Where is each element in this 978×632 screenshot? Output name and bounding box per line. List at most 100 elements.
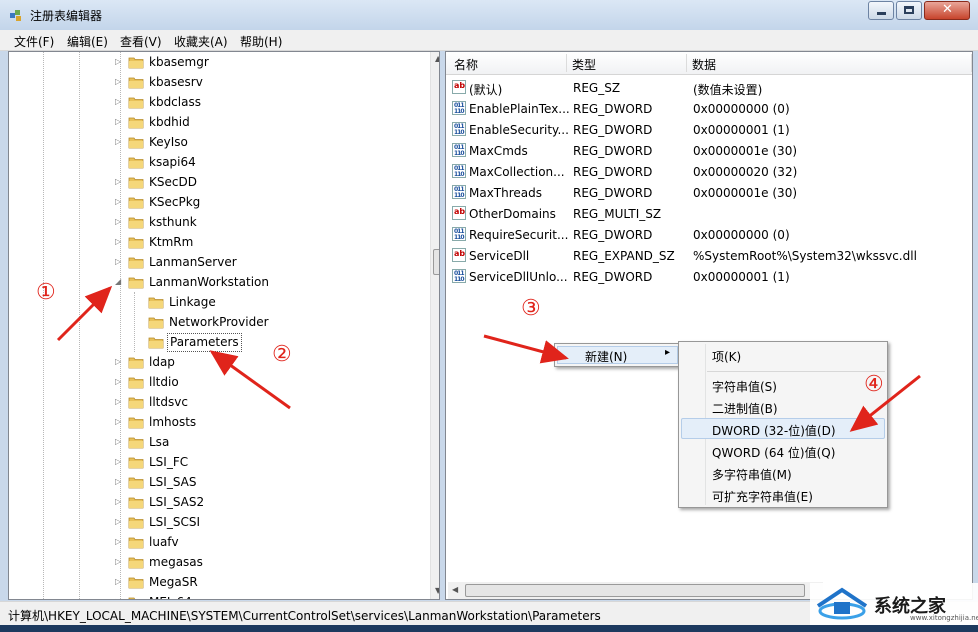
- tree-item[interactable]: ▷ luafv: [9, 532, 429, 552]
- status-path: 计算机\HKEY_LOCAL_MACHINE\SYSTEM\CurrentCon…: [8, 609, 601, 623]
- close-button[interactable]: ✕: [924, 1, 970, 20]
- value-data: (数值未设置): [693, 83, 763, 97]
- collapsed-arrow-icon[interactable]: ▷: [115, 552, 125, 572]
- value-row[interactable]: ab OtherDomains REG_MULTI_SZ: [446, 204, 972, 224]
- collapsed-arrow-icon[interactable]: ▷: [115, 452, 125, 472]
- values-horizontal-scrollbar[interactable]: ◀: [448, 582, 823, 599]
- collapsed-arrow-icon[interactable]: ▷: [115, 512, 125, 532]
- tree-item[interactable]: ▷ MEI_64: [9, 592, 429, 599]
- column-divider[interactable]: [971, 54, 972, 72]
- tree-item[interactable]: ▷ KeyIso: [9, 132, 429, 152]
- expanded-arrow-icon[interactable]: ◢: [115, 272, 125, 292]
- tree-scroll-thumb[interactable]: [433, 249, 439, 275]
- tree-item[interactable]: ▷ lltdio: [9, 372, 429, 392]
- maximize-button[interactable]: [896, 1, 922, 20]
- collapsed-arrow-icon[interactable]: ▷: [115, 412, 125, 432]
- value-row[interactable]: 011 110 EnablePlainTex... REG_DWORD 0x000000…: [446, 99, 972, 119]
- tree-item[interactable]: ▷ lltdsvc: [9, 392, 429, 412]
- tree-item[interactable]: ▷ ksthunk: [9, 212, 429, 232]
- scroll-up-icon[interactable]: ▲: [435, 54, 439, 63]
- menu-help[interactable]: 帮助(H): [240, 33, 282, 50]
- value-row[interactable]: 011 110 MaxCollection... REG_DWORD 0x0000002…: [446, 162, 972, 182]
- registry-key-tree[interactable]: ▷ kbasemgr ▷ kbasesrv ▷ kbdclass ▷ kbdhid ▷ KeyIs…: [8, 51, 440, 600]
- tree-item[interactable]: ▷ kbdclass: [9, 92, 429, 112]
- column-header-data[interactable]: 数据: [692, 56, 716, 73]
- maximize-icon: [904, 6, 914, 14]
- new-submenu: 项(K) 字符串值(S) 二进制值(B) DWORD (32-位)值(D) QW…: [678, 341, 888, 508]
- collapsed-arrow-icon[interactable]: ▷: [115, 232, 125, 252]
- submenu-item-multi-string-value[interactable]: 多字符串值(M): [712, 466, 792, 483]
- tree-item[interactable]: ▷ LSI_SAS: [9, 472, 429, 492]
- collapsed-arrow-icon[interactable]: ▷: [115, 352, 125, 372]
- value-row[interactable]: 011 110 RequireSecurit... REG_DWORD 0x000000…: [446, 225, 972, 245]
- tree-item[interactable]: ▷ LSI_FC: [9, 452, 429, 472]
- value-row[interactable]: ab ServiceDll REG_EXPAND_SZ %SystemRoot%\Sy…: [446, 246, 972, 266]
- collapsed-arrow-icon[interactable]: ▷: [115, 592, 125, 599]
- title-bar[interactable]: 注册表编辑器 ✕: [0, 0, 978, 30]
- tree-vertical-scrollbar[interactable]: ▲ ▼: [430, 52, 439, 599]
- tree-item[interactable]: ▷ MegaSR: [9, 572, 429, 592]
- tree-item[interactable]: ▷ KSecPkg: [9, 192, 429, 212]
- value-row[interactable]: 011 110 ServiceDllUnlo... REG_DWORD 0x000000…: [446, 267, 972, 287]
- tree-item[interactable]: ▷ megasas: [9, 552, 429, 572]
- value-row[interactable]: 011 110 MaxCmds REG_DWORD 0x0000001e (30): [446, 141, 972, 161]
- submenu-item-expandable-string-value[interactable]: 可扩充字符串值(E): [712, 488, 813, 505]
- scroll-left-icon[interactable]: ◀: [452, 585, 458, 594]
- values-scroll-thumb[interactable]: [465, 584, 805, 597]
- menu-view[interactable]: 查看(V): [120, 33, 162, 50]
- tree-item[interactable]: ▷ LSI_SAS2: [9, 492, 429, 512]
- tree-item[interactable]: ksapi64: [9, 152, 429, 172]
- tree-item[interactable]: ▷ Lsa: [9, 432, 429, 452]
- scroll-down-icon[interactable]: ▼: [435, 586, 439, 595]
- value-row[interactable]: 011 110 MaxThreads REG_DWORD 0x0000001e (30): [446, 183, 972, 203]
- collapsed-arrow-icon[interactable]: ▷: [115, 492, 125, 512]
- tree-item[interactable]: ◢ LanmanWorkstation: [9, 272, 429, 292]
- tree-item[interactable]: Parameters: [9, 332, 429, 352]
- tree-item[interactable]: Linkage: [9, 292, 429, 312]
- submenu-item-binary-value[interactable]: 二进制值(B): [712, 400, 778, 417]
- column-header-name[interactable]: 名称: [454, 56, 478, 73]
- tree-item[interactable]: ▷ KSecDD: [9, 172, 429, 192]
- menu-edit[interactable]: 编辑(E): [67, 33, 108, 50]
- registry-values-list[interactable]: 名称 类型 数据 ab (默认) REG_SZ (数值未设置) 011 110 Enable…: [445, 51, 973, 600]
- collapsed-arrow-icon[interactable]: ▷: [115, 72, 125, 92]
- collapsed-arrow-icon[interactable]: ▷: [115, 52, 125, 72]
- value-row[interactable]: 011 110 EnableSecurity... REG_DWORD 0x000000…: [446, 120, 972, 140]
- collapsed-arrow-icon[interactable]: ▷: [115, 192, 125, 212]
- collapsed-arrow-icon[interactable]: ▷: [115, 532, 125, 552]
- tree-item[interactable]: ▷ kbasesrv: [9, 72, 429, 92]
- tree-item[interactable]: NetworkProvider: [9, 312, 429, 332]
- submenu-item-qword-value[interactable]: QWORD (64 位)值(Q): [712, 444, 835, 461]
- submenu-item-key[interactable]: 项(K): [712, 348, 741, 365]
- collapsed-arrow-icon[interactable]: ▷: [115, 112, 125, 132]
- tree-item[interactable]: ▷ ldap: [9, 352, 429, 372]
- collapsed-arrow-icon[interactable]: ▷: [115, 92, 125, 112]
- collapsed-arrow-icon[interactable]: ▷: [115, 172, 125, 192]
- submenu-item-string-value[interactable]: 字符串值(S): [712, 378, 777, 395]
- folder-icon: [128, 577, 144, 589]
- collapsed-arrow-icon[interactable]: ▷: [115, 472, 125, 492]
- collapsed-arrow-icon[interactable]: ▷: [115, 572, 125, 592]
- submenu-item-dword-value[interactable]: DWORD (32-位)值(D): [712, 422, 836, 439]
- value-row[interactable]: ab (默认) REG_SZ (数值未设置): [446, 78, 972, 98]
- column-divider[interactable]: [566, 54, 567, 72]
- column-header-type[interactable]: 类型: [572, 56, 596, 73]
- menu-file[interactable]: 文件(F): [14, 33, 54, 50]
- collapsed-arrow-icon[interactable]: ▷: [115, 372, 125, 392]
- minimize-button[interactable]: [868, 1, 894, 20]
- menu-favorites[interactable]: 收藏夹(A): [174, 33, 228, 50]
- column-divider[interactable]: [686, 54, 687, 72]
- collapsed-arrow-icon[interactable]: ▷: [115, 212, 125, 232]
- tree-item[interactable]: ▷ KtmRm: [9, 232, 429, 252]
- collapsed-arrow-icon[interactable]: ▷: [115, 432, 125, 452]
- tree-item[interactable]: ▷ lmhosts: [9, 412, 429, 432]
- collapsed-arrow-icon[interactable]: ▷: [115, 132, 125, 152]
- collapsed-arrow-icon[interactable]: ▷: [115, 392, 125, 412]
- tree-item[interactable]: ▷ LSI_SCSI: [9, 512, 429, 532]
- folder-icon: [128, 137, 144, 149]
- collapsed-arrow-icon[interactable]: ▷: [115, 252, 125, 272]
- tree-item[interactable]: ▷ LanmanServer: [9, 252, 429, 272]
- tree-item[interactable]: ▷ kbdhid: [9, 112, 429, 132]
- tree-item-label: KtmRm: [149, 235, 194, 249]
- tree-item[interactable]: ▷ kbasemgr: [9, 52, 429, 72]
